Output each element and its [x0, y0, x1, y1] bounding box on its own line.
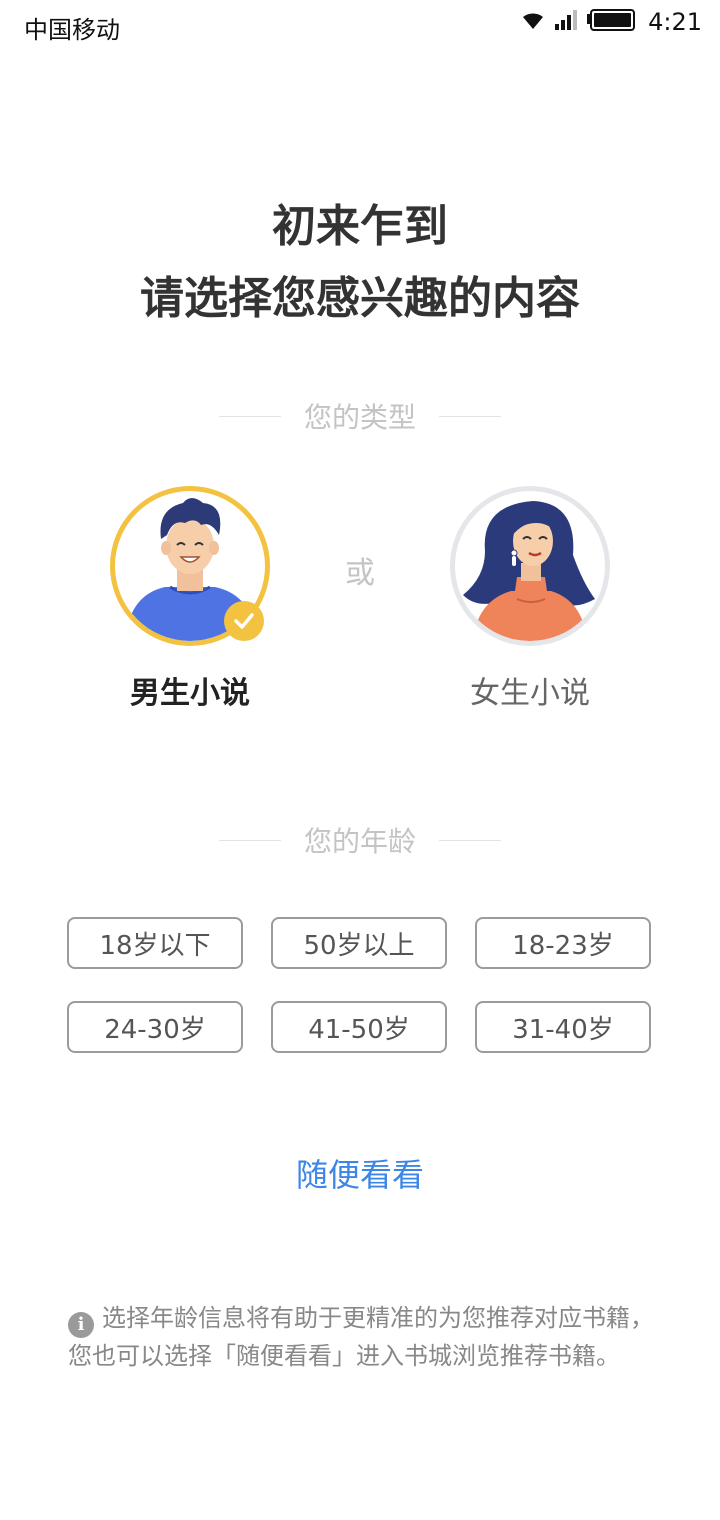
type-heading-label: 您的类型	[303, 401, 416, 434]
page-title-line1: 初来乍到	[272, 201, 448, 252]
battery-icon	[586, 9, 636, 35]
info-icon: i	[68, 1312, 94, 1338]
page-title-line2: 请选择您感兴趣的内容	[140, 273, 580, 324]
age-option-31-40[interactable]: 31-40岁	[475, 1001, 651, 1053]
male-novel-label[interactable]: 男生小说	[70, 668, 310, 712]
female-novel-avatar[interactable]	[450, 486, 610, 646]
info-text: 选择年龄信息将有助于更精准的为您推荐对应书籍，您也可以选择「随便看看」进入书城浏…	[68, 1304, 654, 1370]
browse-randomly-link[interactable]: 随便看看	[0, 1150, 720, 1196]
age-section-heading: 您的年龄	[0, 820, 720, 860]
age-option-over-50[interactable]: 50岁以上	[271, 917, 447, 969]
or-label: 或	[345, 556, 375, 591]
divider-line	[219, 840, 281, 841]
signal-icon	[554, 9, 578, 35]
divider-line	[439, 416, 501, 417]
divider-line	[219, 416, 281, 417]
status-bar: 中国移动 4:21	[0, 0, 720, 52]
age-option-under-18[interactable]: 18岁以下	[67, 917, 243, 969]
carrier-name: 中国移动	[24, 16, 120, 44]
age-option-41-50[interactable]: 41-50岁	[271, 1001, 447, 1053]
age-heading-label: 您的年龄	[303, 825, 416, 858]
selected-check-icon	[224, 601, 264, 641]
age-option-24-30[interactable]: 24-30岁	[67, 1001, 243, 1053]
wifi-icon	[520, 9, 546, 35]
status-icons: 4:21	[520, 8, 702, 36]
female-novel-label[interactable]: 女生小说	[410, 668, 650, 712]
info-note: i 选择年龄信息将有助于更精准的为您推荐对应书籍，您也可以选择「随便看看」进入书城…	[68, 1300, 668, 1375]
divider-line	[439, 840, 501, 841]
status-time: 4:21	[648, 8, 702, 36]
age-option-18-23[interactable]: 18-23岁	[475, 917, 651, 969]
type-section-heading: 您的类型	[0, 396, 720, 436]
